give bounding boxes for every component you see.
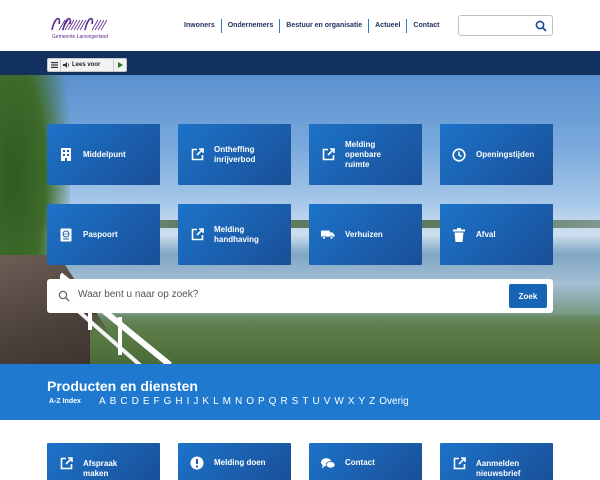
search-placeholder: Waar bent u naar op zoek?	[78, 289, 199, 300]
logo-text: Gemeente Lansingerland	[51, 34, 109, 40]
tile-label: Middelpunt	[83, 149, 126, 159]
tile-label: Afspraak maken	[83, 459, 118, 478]
az-letter-overig[interactable]: Overig	[377, 396, 410, 407]
readspeaker-bar[interactable]: Lees voor	[47, 58, 127, 72]
external-link-icon	[59, 456, 73, 470]
readspeaker-listen-button[interactable]: Lees voor	[61, 62, 113, 68]
tile-label: Paspoort	[83, 229, 118, 239]
search-icon[interactable]	[535, 20, 547, 32]
logo-mark	[51, 17, 108, 31]
az-letter-m[interactable]: M	[221, 396, 233, 407]
tile-label: Melding doen	[214, 458, 266, 467]
az-letter-x[interactable]: X	[346, 396, 357, 407]
trash-icon	[452, 227, 466, 242]
search-button[interactable]: Zoek	[509, 284, 547, 308]
az-letter-p[interactable]: P	[256, 396, 267, 407]
az-letter-r[interactable]: R	[278, 396, 289, 407]
az-letter-l[interactable]: L	[211, 396, 221, 407]
tile-melding-handhaving[interactable]: Melding handhaving	[178, 204, 291, 265]
nav-item-contact[interactable]: Contact	[406, 19, 445, 33]
az-letter-y[interactable]: Y	[356, 396, 367, 407]
az-letter-t[interactable]: T	[300, 396, 310, 407]
tile-openingstijden[interactable]: Openingstijden	[440, 124, 553, 185]
external-link-icon	[190, 228, 204, 242]
tile-ontheffing-inrijverbod[interactable]: Ontheffing inrijverbod	[178, 124, 291, 185]
az-letter-b[interactable]: B	[108, 396, 119, 407]
tile-label: Contact	[345, 458, 375, 467]
clock-icon	[452, 147, 466, 162]
tile-verhuizen[interactable]: Verhuizen	[309, 204, 422, 265]
tile-middelpunt[interactable]: Middelpunt	[47, 124, 160, 185]
tile-afval[interactable]: Afval	[440, 204, 553, 265]
tile-melding-doen[interactable]: Melding doen	[178, 443, 291, 480]
az-letter-n[interactable]: N	[233, 396, 244, 407]
chat-icon	[321, 456, 335, 470]
nav-item-actueel[interactable]: Actueel	[368, 19, 406, 33]
truck-icon	[321, 228, 335, 242]
az-letter-g[interactable]: G	[162, 396, 174, 407]
play-icon[interactable]	[113, 59, 126, 71]
nav-item-ondernemers[interactable]: Ondernemers	[220, 19, 280, 33]
az-letter-z[interactable]: Z	[367, 396, 377, 407]
header-search-input[interactable]	[458, 15, 553, 36]
az-letter-f[interactable]: F	[151, 396, 161, 407]
tile-label: Ontheffing inrijverbod	[214, 144, 256, 164]
az-letter-s[interactable]: S	[290, 396, 301, 407]
speaker-icon	[63, 62, 70, 68]
readspeaker-menu-icon[interactable]	[48, 59, 61, 71]
main-nav: Inwoners Ondernemers Bestuur en organisa…	[178, 19, 445, 33]
tile-paspoort[interactable]: Paspoort	[47, 204, 160, 265]
tile-contact[interactable]: Contact	[309, 443, 422, 480]
tile-label: Aanmelden nieuwsbrief	[476, 459, 521, 478]
tile-aanmelden-nieuwsbrief[interactable]: Aanmelden nieuwsbrief	[440, 443, 553, 480]
az-letter-h[interactable]: H	[173, 396, 184, 407]
nav-item-bestuur[interactable]: Bestuur en organisatie	[279, 19, 368, 33]
az-letter-a[interactable]: A	[97, 396, 108, 407]
products-title: Producten en diensten	[47, 378, 198, 394]
external-link-icon	[321, 148, 335, 162]
az-letter-v[interactable]: V	[322, 396, 333, 407]
az-letter-k[interactable]: K	[200, 396, 211, 407]
municipality-logo[interactable]: Gemeente Lansingerland	[49, 12, 111, 42]
search-icon	[58, 290, 70, 302]
tile-melding-openbare-ruimte[interactable]: Melding openbare ruimte	[309, 124, 422, 185]
nav-item-inwoners[interactable]: Inwoners	[178, 19, 221, 33]
az-letter-d[interactable]: D	[130, 396, 141, 407]
tile-label: Melding handhaving	[214, 224, 259, 244]
tile-afspraak-maken[interactable]: Afspraak maken	[47, 443, 160, 480]
readspeaker-label: Lees voor	[72, 62, 101, 68]
az-letter-o[interactable]: O	[244, 396, 256, 407]
tile-label: Afval	[476, 229, 496, 239]
building-icon	[59, 148, 73, 162]
az-letter-i[interactable]: I	[185, 396, 192, 407]
tile-label: Melding openbare ruimte	[345, 139, 382, 169]
site-header: Gemeente Lansingerland Inwoners Ondernem…	[0, 0, 600, 51]
az-index: A B C D E F G H I J K L M N O P Q R S T …	[97, 396, 411, 407]
az-letter-e[interactable]: E	[141, 396, 152, 407]
alert-icon	[190, 456, 204, 470]
external-link-icon	[452, 456, 466, 470]
tile-label: Verhuizen	[345, 229, 383, 239]
az-letter-q[interactable]: Q	[267, 396, 279, 407]
az-letter-u[interactable]: U	[310, 396, 321, 407]
az-index-label: A-Z Index	[49, 398, 81, 405]
az-letter-w[interactable]: W	[332, 396, 345, 407]
main-search-input[interactable]: Waar bent u naar op zoek? Zoek	[47, 279, 553, 313]
az-letter-c[interactable]: C	[118, 396, 129, 407]
passport-icon	[59, 228, 73, 242]
external-link-icon	[190, 148, 204, 162]
tile-label: Openingstijden	[476, 149, 535, 159]
az-letter-j[interactable]: J	[191, 396, 200, 407]
products-section: Producten en diensten A-Z Index A B C D …	[0, 364, 600, 420]
